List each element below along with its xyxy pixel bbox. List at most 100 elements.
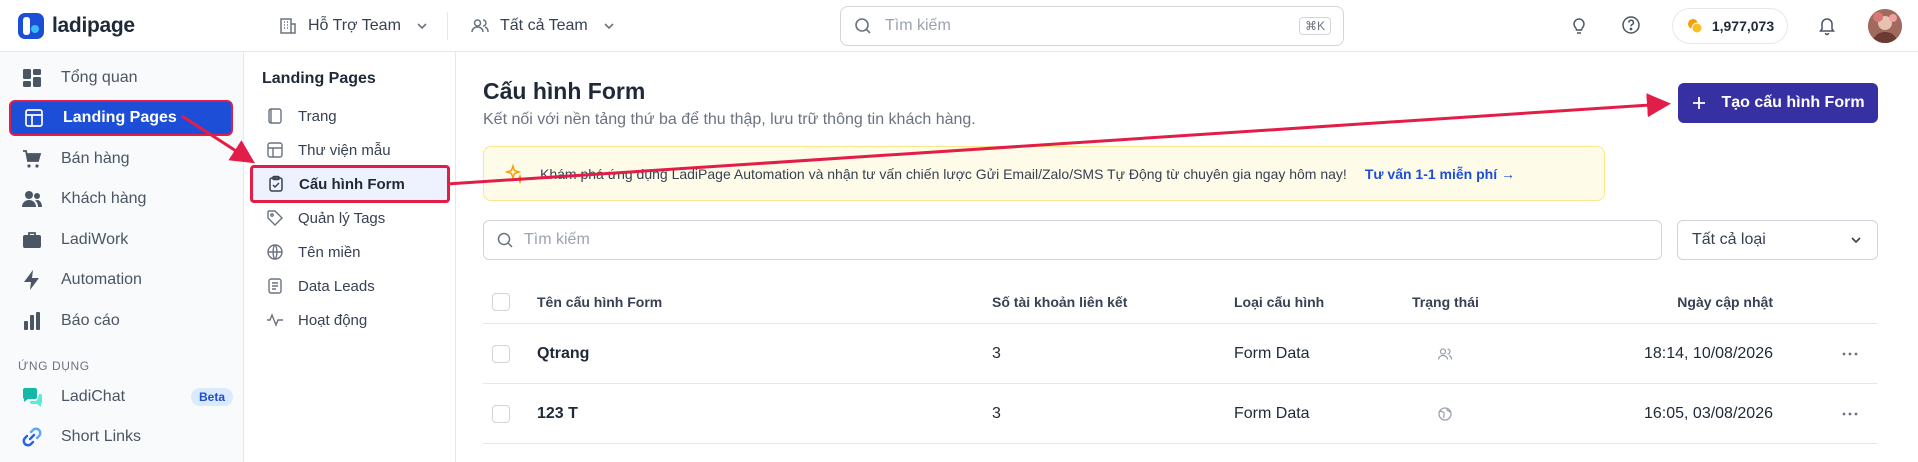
type-filter-value: Tất cả loại [1692, 231, 1766, 248]
chevron-down-icon [417, 23, 427, 30]
promo-banner: Khám phá ứng dụng LadiPage Automation và… [483, 146, 1605, 201]
arrow-right-icon: → [1501, 165, 1515, 182]
row-status [1437, 324, 1453, 383]
users-icon [1437, 347, 1453, 360]
globe-icon [1438, 406, 1452, 421]
form-config-search[interactable] [483, 220, 1662, 260]
clipboard-icon [269, 175, 283, 192]
link-icon [22, 427, 42, 447]
sidebar-item-automation[interactable]: Automation [9, 262, 233, 298]
row-type: Form Data [1234, 344, 1310, 362]
row-checkbox[interactable] [492, 405, 510, 423]
sidebar-item-reports[interactable]: Báo cáo [9, 303, 233, 339]
subnav-item-label: Quản lý Tags [298, 209, 386, 227]
globe-icon [267, 244, 283, 260]
subnav-item-label: Data Leads [298, 277, 375, 295]
team-filter[interactable]: Tất cả Team [470, 12, 616, 40]
sidebar-item-label: LadiWork [61, 231, 129, 248]
credits-value: 1,977,073 [1711, 18, 1775, 34]
plus-icon [1693, 97, 1706, 109]
user-avatar[interactable] [1868, 9, 1902, 43]
bar-chart-icon [24, 312, 40, 330]
avatar-image-icon [1868, 9, 1902, 43]
sidebar-item-landing-pages[interactable]: Landing Pages [9, 100, 233, 136]
template-icon [267, 142, 283, 158]
chevron-down-icon [1851, 237, 1861, 244]
sidebar-item-label: Short Links [61, 428, 142, 445]
chevron-down-icon [604, 23, 614, 30]
divider [447, 12, 448, 40]
briefcase-icon [23, 232, 41, 248]
document-icon [268, 278, 282, 294]
row-name[interactable]: 123 T [537, 384, 578, 443]
sidebar-item-ladiwork[interactable]: LadiWork [9, 222, 233, 258]
create-form-config-button[interactable]: Tạo cấu hình Form [1678, 83, 1878, 123]
row-more-menu[interactable] [1841, 324, 1859, 383]
create-form-config-label: Tạo cấu hình Form [1721, 94, 1865, 111]
ladipage-logo-icon [18, 13, 44, 39]
help-icon[interactable] [1620, 14, 1642, 36]
users-icon [471, 19, 489, 33]
subnav-item-label: Hoạt động [298, 311, 368, 329]
lightbulb-icon[interactable] [1568, 14, 1590, 36]
team-selector[interactable]: Hỗ Trợ Team [278, 12, 429, 40]
credits-balance[interactable]: 1,977,073 [1672, 8, 1788, 44]
search-icon [497, 232, 513, 248]
subnav-item-templates[interactable]: Thư viện mẫu [252, 133, 448, 167]
table-row[interactable]: 123 T 3 Form Data 16:05, 03/08/2026 [483, 384, 1878, 444]
bell-icon[interactable] [1816, 14, 1838, 36]
tag-icon [267, 210, 283, 226]
team-filter-label: Tất cả Team [500, 17, 588, 34]
column-header-name: Tên cấu hình Form [537, 293, 663, 310]
sidebar-item-label: Khách hàng [61, 190, 147, 207]
form-config-search-input[interactable] [524, 231, 1649, 249]
subnav-item-form-config[interactable]: Cấu hình Form [250, 165, 450, 203]
subnav-item-label: Tên miền [298, 243, 361, 261]
sparkle-icon [504, 163, 526, 184]
apps-section-label: ỨNG DỤNG [18, 359, 90, 373]
search-shortcut: ⌘K [1298, 17, 1331, 35]
promo-text: Khám phá ứng dụng LadiPage Automation và… [540, 165, 1347, 182]
sidebar-item-label: Automation [61, 271, 142, 288]
page-title: Cấu hình Form [483, 78, 646, 104]
sidebar-item-label: LadiChat [61, 388, 126, 405]
sidebar-item-short-links[interactable]: Short Links [9, 419, 233, 455]
subnav-item-tags[interactable]: Quản lý Tags [252, 201, 448, 235]
sidebar-item-overview[interactable]: Tổng quan [9, 60, 233, 96]
row-type: Form Data [1234, 404, 1310, 422]
page-subtitle: Kết nối với nền tảng thứ ba để thu thập,… [483, 111, 976, 128]
activity-icon [267, 313, 283, 327]
column-header-updated: Ngày cập nhật [1677, 293, 1773, 310]
column-header-status: Trạng thái [1412, 293, 1479, 310]
promo-link[interactable]: Tư vấn 1-1 miễn phí → [1365, 166, 1515, 182]
sidebar-item-ladichat[interactable]: LadiChat Beta [9, 379, 233, 415]
row-updated: 18:14, 10/08/2026 [1643, 344, 1773, 362]
subnav-item-data-leads[interactable]: Data Leads [252, 269, 448, 303]
layout-icon [25, 109, 43, 127]
sidebar-item-label: Tổng quan [61, 69, 138, 86]
beta-badge: Beta [190, 388, 233, 406]
row-name[interactable]: Qtrang [537, 324, 589, 383]
brand-name: ladipage [52, 14, 135, 37]
subnav-item-activity[interactable]: Hoạt động [252, 303, 448, 337]
top-bar: ladipage Hỗ Trợ Team Tất cả Team ⌘K 1,97… [0, 0, 1918, 52]
column-header-accounts: Số tài khoản liên kết [992, 293, 1128, 310]
table-row[interactable]: Qtrang 3 Form Data 18:14, 10/08/2026 [483, 324, 1878, 384]
row-more-menu[interactable] [1841, 384, 1859, 443]
subnav-item-domains[interactable]: Tên miền [252, 235, 448, 269]
subnav-item-label: Thư viện mẫu [298, 141, 391, 159]
sidebar-item-label: Báo cáo [61, 312, 120, 329]
promo-link-label: Tư vấn 1-1 miễn phí [1364, 165, 1498, 182]
sidebar-item-customers[interactable]: Khách hàng [9, 181, 233, 217]
row-status [1437, 384, 1453, 443]
global-search-input[interactable] [885, 17, 1299, 35]
landing-pages-subnav: Landing Pages Trang Thư viện mẫu Cấu hìn… [244, 52, 456, 462]
logo[interactable]: ladipage [16, 10, 135, 42]
coins-icon [1687, 19, 1703, 34]
sidebar-item-sales[interactable]: Bán hàng [9, 141, 233, 177]
subnav-item-pages[interactable]: Trang [252, 99, 448, 133]
global-search[interactable]: ⌘K [840, 6, 1344, 46]
row-checkbox[interactable] [492, 345, 510, 363]
select-all-checkbox[interactable] [492, 293, 510, 311]
type-filter-select[interactable]: Tất cả loại [1677, 220, 1878, 260]
